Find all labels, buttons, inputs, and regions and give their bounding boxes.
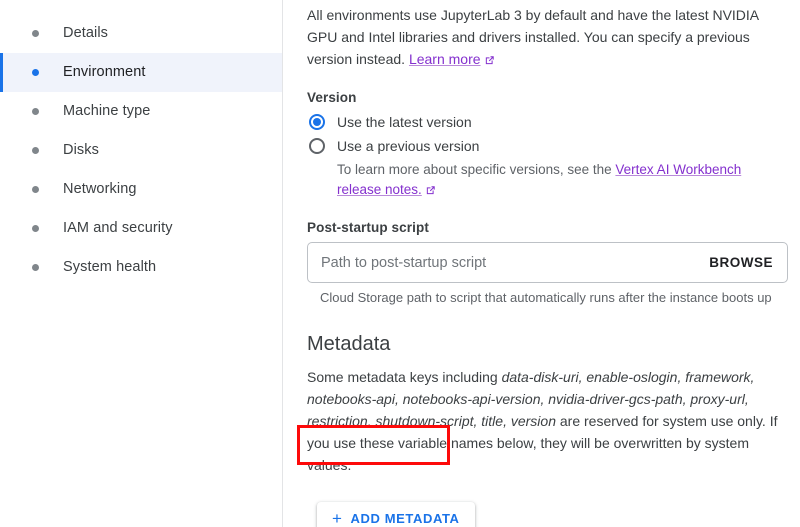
sidebar-item-label: Networking: [63, 182, 137, 197]
bullet-icon: [32, 108, 39, 115]
bullet-icon: [32, 147, 39, 154]
radio-icon-unchecked[interactable]: [309, 138, 325, 154]
external-link-icon: [425, 182, 436, 202]
sidebar-item-label: System health: [63, 260, 156, 275]
environment-settings-panel: All environments use JupyterLab 3 by def…: [283, 0, 800, 527]
post-startup-script-label: Post-startup script: [307, 220, 787, 235]
post-startup-script-input[interactable]: [321, 255, 699, 271]
browse-button[interactable]: BROWSE: [699, 255, 773, 270]
sidebar-item-label: Environment: [63, 65, 146, 80]
sidebar-item-details[interactable]: Details: [0, 14, 282, 53]
learn-more-label: Learn more: [409, 51, 481, 67]
radio-label: Use a previous version: [337, 136, 479, 156]
sidebar-item-iam-and-security[interactable]: IAM and security: [0, 209, 282, 248]
sidebar-item-label: Details: [63, 26, 108, 41]
plus-icon: +: [332, 510, 343, 527]
bullet-icon: [32, 69, 39, 76]
bullet-icon: [32, 186, 39, 193]
add-metadata-label: ADD METADATA: [351, 511, 460, 526]
radio-icon-checked[interactable]: [309, 114, 325, 130]
sidebar-item-system-health[interactable]: System health: [0, 248, 282, 287]
learn-more-link[interactable]: Learn more: [409, 51, 481, 67]
post-startup-script-field[interactable]: BROWSE: [307, 242, 788, 283]
bullet-icon: [32, 264, 39, 271]
version-label: Version: [307, 90, 787, 105]
add-metadata-button[interactable]: + ADD METADATA: [317, 502, 475, 527]
sidebar-item-label: Machine type: [63, 104, 150, 119]
environment-intro-text: All environments use JupyterLab 3 by def…: [307, 4, 787, 72]
intro-text: All environments use JupyterLab 3 by def…: [307, 7, 758, 67]
metadata-desc-part1: Some metadata keys including: [307, 369, 502, 385]
sidebar-item-environment[interactable]: Environment: [0, 53, 282, 92]
metadata-section-title: Metadata: [307, 333, 787, 356]
post-startup-script-helper: Cloud Storage path to script that automa…: [320, 289, 787, 307]
bullet-icon: [32, 30, 39, 37]
radio-use-latest-version[interactable]: Use the latest version: [307, 112, 787, 132]
sidebar-item-label: IAM and security: [63, 221, 173, 236]
sidebar-item-machine-type[interactable]: Machine type: [0, 92, 282, 131]
sidebar-item-disks[interactable]: Disks: [0, 131, 282, 170]
settings-sidebar: Details Environment Machine type Disks N…: [0, 0, 283, 527]
sidebar-item-label: Disks: [63, 143, 99, 158]
external-link-icon: [484, 50, 495, 72]
release-notes-hint-text: To learn more about specific versions, s…: [337, 162, 612, 177]
metadata-description: Some metadata keys including data-disk-u…: [307, 366, 787, 476]
bullet-icon: [32, 225, 39, 232]
sidebar-item-networking[interactable]: Networking: [0, 170, 282, 209]
add-metadata-row: + ADD METADATA: [317, 502, 787, 527]
radio-label: Use the latest version: [337, 112, 472, 132]
radio-use-previous-version[interactable]: Use a previous version: [307, 136, 787, 156]
instance-settings-page: Details Environment Machine type Disks N…: [0, 0, 800, 527]
release-notes-hint: To learn more about specific versions, s…: [337, 160, 787, 202]
